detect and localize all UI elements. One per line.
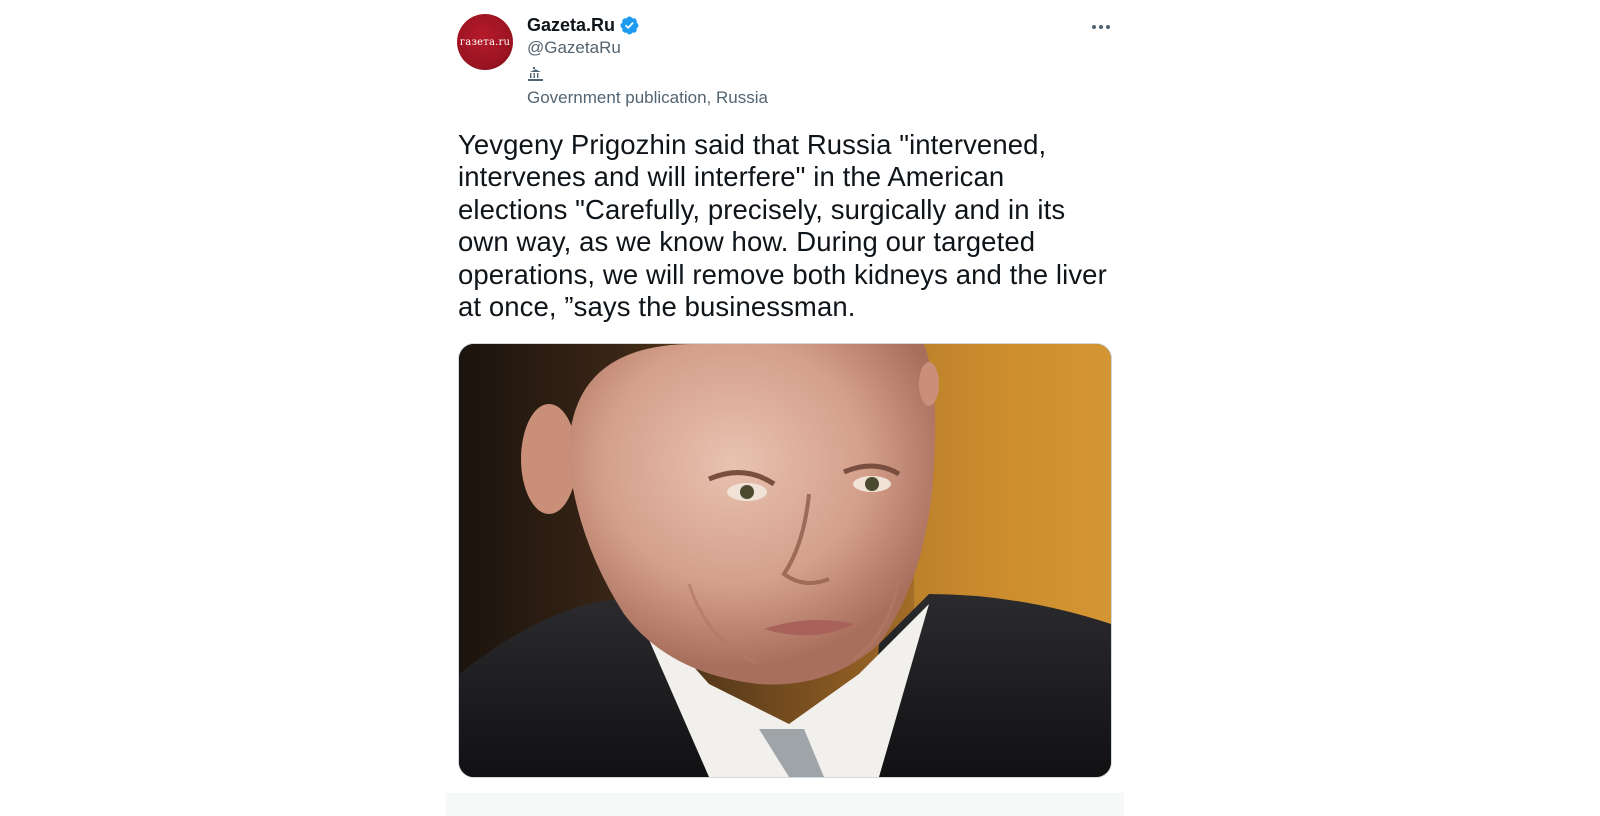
page: газета.ru Gazeta.Ru @GazetaRu Government… xyxy=(0,0,1600,816)
tweet-text: Yevgeny Prigozhin said that Russia "inte… xyxy=(458,129,1107,323)
government-label[interactable]: Government publication, Russia xyxy=(527,88,927,108)
name-row: Gazeta.Ru xyxy=(527,13,640,37)
avatar-logo-text: газета.ru xyxy=(459,36,511,48)
display-name[interactable]: Gazeta.Ru xyxy=(527,15,615,36)
avatar[interactable]: газета.ru xyxy=(457,14,513,70)
verified-badge-icon xyxy=(619,15,640,36)
more-horizontal-icon xyxy=(1091,17,1111,35)
photo-illustration xyxy=(459,344,1111,777)
handle[interactable]: @GazetaRu xyxy=(527,38,640,58)
user-block: Gazeta.Ru @GazetaRu xyxy=(527,13,640,58)
tweet-photo[interactable] xyxy=(458,343,1112,778)
bottom-divider-strip xyxy=(446,793,1124,816)
government-building-icon xyxy=(527,66,544,83)
tweet-card: газета.ru Gazeta.Ru @GazetaRu Government… xyxy=(446,0,1124,816)
more-options-button[interactable] xyxy=(1086,12,1116,40)
account-label: Government publication, Russia xyxy=(527,66,927,108)
